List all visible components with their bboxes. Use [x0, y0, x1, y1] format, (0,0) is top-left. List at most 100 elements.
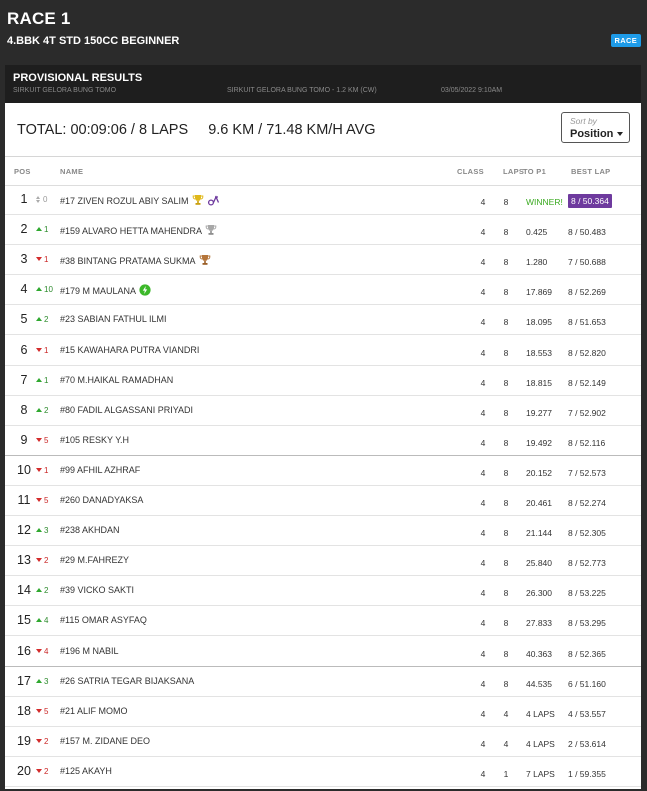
- class-value: 4: [480, 708, 486, 719]
- laps-value: 4: [503, 708, 509, 719]
- class-value: 4: [480, 197, 486, 207]
- class-value: 4: [480, 558, 486, 569]
- arrow-down-icon: [36, 768, 42, 773]
- table-row[interactable]: 9 5 #105 RESKY Y.H 4 8 19.492 8 / 52.116: [5, 426, 641, 456]
- arrow-up-icon: [36, 287, 42, 292]
- best-lap: 8 / 53.295: [568, 618, 606, 629]
- table-row[interactable]: 3 1 #38 BINTANG PRATAMA SUKMA 4 8 1.280 7 / 50…: [5, 245, 641, 276]
- table-row[interactable]: 7 1 #70 M.HAIKAL RAMADHAN 4 8 18.815 8 / 52.14…: [5, 366, 641, 396]
- gap-to-p1: 0.425: [526, 227, 548, 238]
- best-lap: 8 / 52.149: [568, 377, 606, 388]
- laps-value: 8: [503, 558, 509, 569]
- class-value: 4: [480, 498, 486, 508]
- sort-select[interactable]: Sort by Position: [561, 112, 630, 143]
- best-lap: 4 / 53.557: [568, 708, 606, 719]
- results-table-header: POS NAME CLASS LAPS TO P1 BEST LAP: [5, 157, 641, 186]
- rider-cell: #99 AFHIL AZHRAF: [60, 465, 140, 475]
- gap-to-p1: 7 LAPS: [526, 768, 555, 779]
- class-value: 4: [480, 528, 486, 539]
- position-change: 4: [36, 616, 48, 625]
- laps-value: 8: [503, 648, 509, 659]
- table-row[interactable]: 20 2 #125 AKAYH 4 1 7 LAPS 1 / 59.355: [5, 757, 641, 787]
- position: 12: [17, 523, 31, 538]
- col-gap[interactable]: TO P1: [523, 167, 546, 176]
- table-row[interactable]: 1 0 #17 ZIVEN ROZUL ABIY SALIM 4 8 WINNER! 8 /…: [5, 185, 641, 215]
- rider-cell: #39 VICKO SAKTI: [60, 585, 134, 595]
- chevron-down-icon: [617, 132, 623, 136]
- results-card: PROVISIONAL RESULTS SIRKUIT GELORA BUNG …: [5, 65, 641, 789]
- class-value: 4: [480, 768, 486, 779]
- table-row[interactable]: 11 5 #260 DANADYAKSA 4 8 20.461 8 / 52.274: [5, 486, 641, 516]
- best-lap: 6 / 51.160: [568, 678, 606, 689]
- position-change-value: 5: [44, 706, 49, 716]
- table-row[interactable]: 17 3 #26 SATRIA TEGAR BIJAKSANA 4 8 44.535 6 /…: [5, 667, 641, 697]
- gap-to-p1: 4 LAPS: [526, 708, 555, 719]
- position: 6: [20, 342, 28, 357]
- position-change: 1: [36, 225, 48, 234]
- provisional-results-bar: PROVISIONAL RESULTS SIRKUIT GELORA BUNG …: [5, 65, 641, 103]
- arrow-down-icon: [36, 437, 42, 442]
- gap-to-p1: 19.492: [526, 437, 552, 448]
- laps-value: 8: [503, 437, 509, 448]
- table-row[interactable]: 8 2 #80 FADIL ALGASSANI PRIYADI 4 8 19.277 7 /…: [5, 396, 641, 426]
- table-row[interactable]: 12 3 #238 AKHDAN 4 8 21.144 8 / 52.305: [5, 516, 641, 547]
- race-title: RACE 1: [7, 9, 71, 28]
- gap-to-p1: 18.815: [526, 377, 552, 388]
- position: 18: [17, 703, 31, 718]
- col-best-lap[interactable]: BEST LAP: [571, 167, 611, 176]
- best-lap: 8 / 50.364: [568, 194, 612, 208]
- laps-value: 8: [503, 287, 509, 298]
- gap-to-p1: 25.840: [526, 558, 552, 569]
- rider-name: #99 AFHIL AZHRAF: [60, 464, 141, 475]
- position-change-value: 2: [44, 766, 49, 776]
- laps-value: 8: [503, 257, 509, 268]
- table-row[interactable]: 10 1 #99 AFHIL AZHRAF 4 8 20.152 7 / 52.573: [5, 456, 641, 486]
- table-row[interactable]: 2 1 #159 ALVARO HETTA MAHENDRA 4 8 0.425 8 / 5…: [5, 215, 641, 246]
- table-row[interactable]: 14 2 #39 VICKO SAKTI 4 8 26.300 8 / 53.225: [5, 576, 641, 607]
- position-change: 5: [36, 436, 48, 445]
- class-value: 4: [480, 227, 486, 238]
- rider-name: #157 M. ZIDANE DEO: [60, 735, 151, 746]
- class-value: 4: [480, 588, 486, 599]
- arrow-down-icon: [36, 498, 42, 502]
- col-laps[interactable]: LAPS: [503, 167, 524, 176]
- table-row[interactable]: 19 2 #157 M. ZIDANE DEO 4 4 4 LAPS 2 / 53.614: [5, 727, 641, 757]
- gap-to-p1: 21.144: [526, 528, 552, 539]
- position-change: 4: [36, 647, 48, 656]
- table-row[interactable]: 5 2 #23 SABIAN FATHUL ILMI 4 8 18.095 8 / 51.6…: [5, 305, 641, 336]
- laps-value: 8: [503, 467, 509, 478]
- gap-to-p1: 17.869: [526, 287, 552, 298]
- gap-to-p1: 19.277: [526, 407, 552, 418]
- sort-label: Sort by: [570, 116, 597, 126]
- laps-value: 4: [503, 738, 509, 749]
- race-datetime: 03/05/2022 9:10AM: [441, 87, 503, 94]
- rider-name: #159 ALVARO HETTA MAHENDRA: [60, 226, 203, 237]
- laps-value: 8: [503, 618, 509, 629]
- position: 19: [17, 733, 31, 748]
- best-lap: 8 / 52.773: [568, 558, 606, 569]
- rider-name: #196 M NABIL: [60, 645, 119, 656]
- rider-cell: #15 KAWAHARA PUTRA VIANDRI: [60, 345, 199, 355]
- position-change: 2: [36, 406, 48, 415]
- rider-cell: #105 RESKY Y.H: [60, 435, 129, 445]
- position-change-value: 4: [44, 646, 49, 656]
- table-row[interactable]: 18 5 #21 ALIF MOMO 4 4 4 LAPS 4 / 53.557: [5, 697, 641, 727]
- table-row[interactable]: 13 2 #29 M.FAHREZY 4 8 25.840 8 / 52.773: [5, 546, 641, 577]
- best-lap: 8 / 50.483: [568, 227, 606, 238]
- table-row[interactable]: 16 4 #196 M NABIL 4 8 40.363 8 / 52.365: [5, 637, 641, 667]
- arrow-up-icon: [36, 377, 42, 382]
- laps-value: 8: [503, 227, 509, 238]
- col-class[interactable]: CLASS: [457, 167, 484, 176]
- arrow-up-icon: [36, 227, 42, 232]
- circuit-detail: SIRKUIT GELORA BUNG TOMO - 1.2 KM (CW): [227, 87, 377, 94]
- position: 13: [17, 553, 31, 568]
- col-name[interactable]: NAME: [60, 167, 83, 176]
- table-row[interactable]: 4 10 #179 M MAULANA 4 8 17.869 8 / 52.269: [5, 275, 641, 306]
- table-row[interactable]: 15 4 #115 OMAR ASYFAQ 4 8 27.833 8 / 53.295: [5, 606, 641, 637]
- table-row[interactable]: 6 1 #15 KAWAHARA PUTRA VIANDRI 4 8 18.553 8 / …: [5, 336, 641, 366]
- position-change: 3: [36, 526, 48, 535]
- col-pos[interactable]: POS: [14, 167, 31, 176]
- rider-name: #260 DANADYAKSA: [60, 495, 144, 505]
- position-change: 1: [36, 255, 48, 264]
- rider-cell: #260 DANADYAKSA: [60, 495, 143, 505]
